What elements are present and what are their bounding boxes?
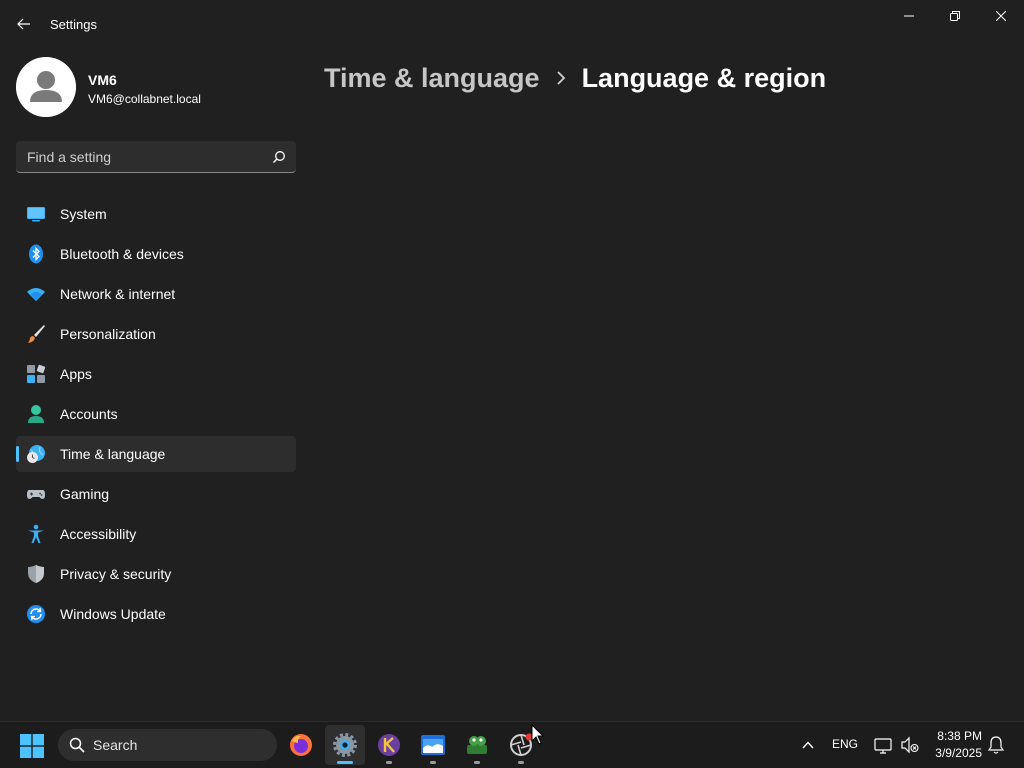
settings-window: Settings VM6 VM6@collabnet.local Find a … <box>0 0 1024 721</box>
sidebar-item-label: Gaming <box>60 486 110 502</box>
sidebar-item-label: Privacy & security <box>60 566 172 582</box>
clock-time[interactable]: 8:38 PM <box>920 729 982 743</box>
sidebar-item-network[interactable]: Network & internet <box>16 276 296 312</box>
user-email: VM6@collabnet.local <box>88 92 201 106</box>
sidebar-item-windows-update[interactable]: Windows Update <box>16 596 296 632</box>
sidebar-item-label: Windows Update <box>60 606 166 622</box>
start-button[interactable] <box>16 731 48 761</box>
taskbar-app-k[interactable] <box>369 725 409 765</box>
clock-date[interactable]: 3/9/2025 <box>920 746 982 760</box>
restore-button[interactable] <box>932 0 978 32</box>
person-icon <box>28 405 44 423</box>
network-status-icon[interactable] <box>873 735 893 755</box>
sidebar-item-label: Bluetooth & devices <box>60 246 184 262</box>
user-profile[interactable]: VM6 VM6@collabnet.local <box>16 57 296 117</box>
taskbar-search-label: Search <box>93 737 138 753</box>
globe-clock-icon <box>27 445 45 463</box>
sidebar-item-gaming[interactable]: Gaming <box>16 476 296 512</box>
windows-logo-icon <box>20 734 44 758</box>
controller-icon <box>27 490 45 499</box>
sidebar-item-label: System <box>60 206 107 222</box>
system-icon <box>27 207 45 222</box>
avatar[interactable] <box>16 57 76 117</box>
settings-gear-icon <box>333 733 357 757</box>
brush-icon <box>28 325 45 343</box>
breadcrumb-parent-link[interactable]: Time & language <box>324 63 540 94</box>
active-indicator <box>337 761 353 764</box>
running-indicator <box>474 761 480 764</box>
app-aperture-icon <box>510 733 533 756</box>
sidebar-item-privacy[interactable]: Privacy & security <box>16 556 296 592</box>
taskbar-search[interactable]: Search <box>58 729 277 761</box>
volume-muted-icon[interactable] <box>900 735 920 755</box>
minimize-button[interactable] <box>886 0 932 32</box>
sidebar-item-label: Accounts <box>60 406 118 422</box>
app-blue-window-icon <box>421 735 445 755</box>
sidebar-item-time-language[interactable]: Time & language <box>16 436 296 472</box>
taskbar-app-firefox[interactable] <box>281 725 321 765</box>
bluetooth-icon <box>29 244 43 264</box>
firefox-icon <box>290 734 312 756</box>
close-icon <box>996 11 1006 21</box>
running-indicator <box>430 761 436 764</box>
sidebar-item-label: Accessibility <box>60 526 137 542</box>
running-indicator <box>386 761 392 764</box>
chevron-right-icon <box>556 71 566 85</box>
minimize-icon <box>904 15 914 17</box>
mouse-cursor-icon <box>531 724 545 745</box>
search-icon <box>69 737 85 753</box>
taskbar: Search ENG 8:38 PM 3/9/2025 <box>0 721 1024 768</box>
chevron-up-icon <box>802 741 814 749</box>
wifi-icon <box>27 288 45 301</box>
default-user-icon <box>16 57 76 117</box>
sidebar-item-label: Time & language <box>60 446 166 462</box>
taskbar-app-green-frog[interactable] <box>457 725 497 765</box>
taskbar-app-blue-window[interactable] <box>413 725 453 765</box>
apps-icon <box>27 364 46 383</box>
search-icon[interactable] <box>272 150 286 164</box>
accessibility-icon <box>28 524 44 543</box>
sidebar-item-accessibility[interactable]: Accessibility <box>16 516 296 552</box>
app-green-frog-icon <box>467 736 487 754</box>
show-hidden-icons-button[interactable] <box>796 733 820 757</box>
page-title: Language & region <box>581 62 827 93</box>
sidebar-item-bluetooth[interactable]: Bluetooth & devices <box>16 236 296 272</box>
breadcrumb: Time & language Language & region <box>324 58 826 98</box>
sidebar-item-system[interactable]: System <box>16 196 296 232</box>
user-name: VM6 <box>88 72 117 88</box>
find-setting-search[interactable] <box>16 141 296 173</box>
sidebar-item-personalization[interactable]: Personalization <box>16 316 296 352</box>
close-button[interactable] <box>978 0 1024 32</box>
app-title: Settings <box>50 17 97 32</box>
app-k-icon <box>378 734 400 756</box>
running-indicator <box>518 761 524 764</box>
notification-bell-icon[interactable] <box>986 735 1006 755</box>
shield-icon <box>28 565 44 583</box>
sidebar-item-accounts[interactable]: Accounts <box>16 396 296 432</box>
back-button[interactable] <box>8 10 40 38</box>
sidebar-item-label: Network & internet <box>60 286 176 302</box>
input-language-indicator[interactable]: ENG <box>832 737 858 751</box>
sidebar-item-label: Apps <box>60 366 92 382</box>
sidebar-item-label: Personalization <box>60 326 156 342</box>
restore-icon <box>950 11 960 21</box>
title-bar: Settings <box>0 0 1024 48</box>
taskbar-app-settings[interactable] <box>325 725 365 765</box>
update-icon <box>27 605 45 623</box>
sidebar-item-apps[interactable]: Apps <box>16 356 296 392</box>
back-arrow-icon <box>17 18 30 30</box>
search-input[interactable] <box>16 141 261 172</box>
sidebar-nav: System Bluetooth & devices Network & int… <box>16 196 296 636</box>
